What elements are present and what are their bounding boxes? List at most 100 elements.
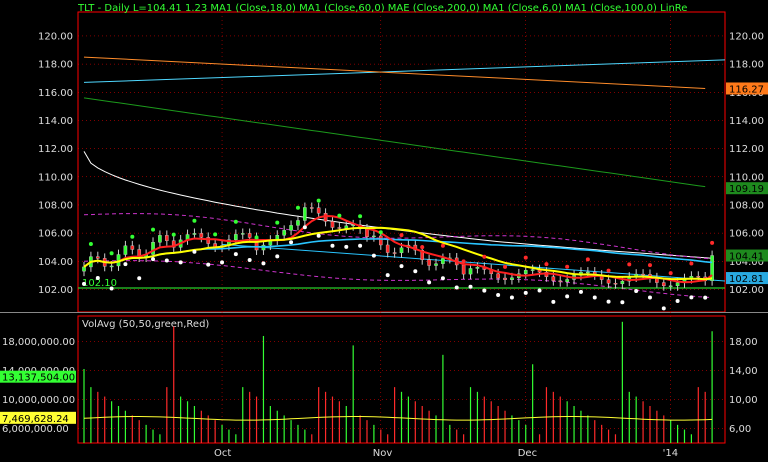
signal-dot — [385, 273, 390, 278]
signal-dot — [420, 245, 425, 250]
signal-dot — [130, 234, 135, 239]
price-axis-tick-left: 104.00 — [38, 257, 73, 268]
candle-down — [316, 207, 321, 214]
candle-up — [151, 242, 155, 255]
price-axis-tick-right: 102.00 — [729, 285, 764, 296]
candle-up — [530, 269, 535, 271]
signal-dot — [454, 285, 459, 290]
x-axis-label: '14 — [663, 448, 678, 459]
price-badge-label: 109.19 — [729, 184, 764, 195]
signal-dot — [710, 240, 715, 245]
price-axis-tick-right: 106.00 — [729, 229, 764, 240]
signal-dot — [578, 289, 583, 294]
signal-dot — [192, 249, 197, 254]
signal-dot — [544, 262, 549, 267]
candle-up — [668, 285, 673, 288]
signal-dot — [627, 262, 632, 267]
candle-down — [661, 282, 666, 287]
candle-down — [309, 207, 314, 209]
signal-dot — [82, 281, 86, 286]
candle-up — [434, 263, 438, 266]
signal-dot — [482, 254, 487, 259]
signal-dot — [137, 276, 142, 281]
signal-dot — [171, 232, 176, 237]
candle-down — [606, 279, 611, 284]
signal-dot — [261, 261, 266, 266]
signal-dot — [703, 295, 708, 300]
signal-dot — [220, 260, 225, 265]
signal-dot — [344, 244, 349, 249]
linreg-upper-line — [83, 59, 726, 83]
candle-up — [586, 271, 590, 274]
signal-dot — [302, 225, 307, 230]
signal-dot — [275, 254, 280, 259]
signal-dot — [606, 268, 611, 273]
volume-badge-label: 7,469,628.24 — [2, 414, 69, 425]
candle-down — [385, 244, 390, 253]
signal-dot — [592, 295, 597, 300]
signal-dot — [316, 233, 321, 238]
candle-up — [620, 280, 625, 285]
candle-down — [199, 233, 204, 238]
candle-down — [165, 235, 169, 241]
candle-down — [427, 259, 431, 266]
candle-up — [82, 266, 86, 272]
candle-up — [123, 245, 128, 255]
price-axis-tick-left: 108.00 — [38, 200, 73, 211]
candle-down — [558, 280, 563, 282]
signal-dot — [647, 263, 652, 268]
signal-dot — [523, 255, 528, 260]
volume-axis-tick-left: 10,000,000.00 — [2, 395, 75, 406]
chart-canvas[interactable]: 120.00120.00118.00118.00116.00116.00114.… — [0, 0, 768, 462]
signal-dot — [496, 292, 501, 297]
candle-up — [234, 234, 238, 240]
signal-dot — [358, 243, 363, 248]
price-axis-tick-left: 118.00 — [38, 60, 73, 71]
signal-dot — [178, 260, 183, 265]
candle-up — [565, 279, 569, 282]
signal-dot — [427, 280, 432, 285]
signal-dot — [192, 218, 197, 223]
candle-down — [96, 256, 100, 259]
candle-down — [130, 245, 135, 250]
signal-dot — [289, 240, 294, 245]
volume-axis-tick-right: 18,00 — [729, 337, 758, 348]
candle-down — [323, 213, 328, 222]
mae-200-line — [83, 97, 706, 188]
candle-down — [641, 273, 645, 276]
candle-down — [247, 233, 252, 238]
candle-up — [282, 230, 286, 236]
price-badge-label: 102.81 — [729, 274, 764, 285]
signal-dot — [675, 299, 680, 304]
signal-dot — [482, 288, 487, 293]
price-axis-tick-left: 102.00 — [38, 285, 73, 296]
candle-down — [392, 252, 397, 254]
volume-average-line — [83, 416, 713, 421]
candle-down — [551, 276, 556, 281]
signal-dot — [358, 214, 363, 219]
signal-dot — [88, 241, 93, 246]
volume-axis-tick-right: 14,00 — [729, 366, 758, 377]
candle-up — [289, 225, 293, 231]
signal-dot — [275, 220, 280, 225]
price-badge-label: 104.41 — [729, 252, 764, 263]
chart-header: TLT - Daily L=104.41 1.23 MA1 (Close,18,… — [78, 3, 688, 14]
candle-up — [296, 220, 300, 226]
signal-dot — [213, 232, 218, 237]
signal-dot — [109, 286, 114, 291]
candle-down — [613, 283, 618, 285]
signal-dot — [151, 257, 156, 262]
candle-down — [378, 235, 383, 246]
candle-up — [372, 235, 376, 238]
candle-down — [365, 228, 369, 237]
signal-dot — [123, 262, 128, 267]
signal-dot — [523, 290, 528, 295]
signal-dot — [337, 213, 342, 218]
signal-dot — [585, 257, 590, 262]
volume-axis-tick-right: 10,00 — [729, 395, 758, 406]
signal-dot — [247, 258, 252, 263]
candle-down — [337, 227, 342, 229]
signal-dot — [371, 253, 376, 258]
candle-up — [468, 268, 473, 275]
candle-up — [158, 235, 162, 243]
